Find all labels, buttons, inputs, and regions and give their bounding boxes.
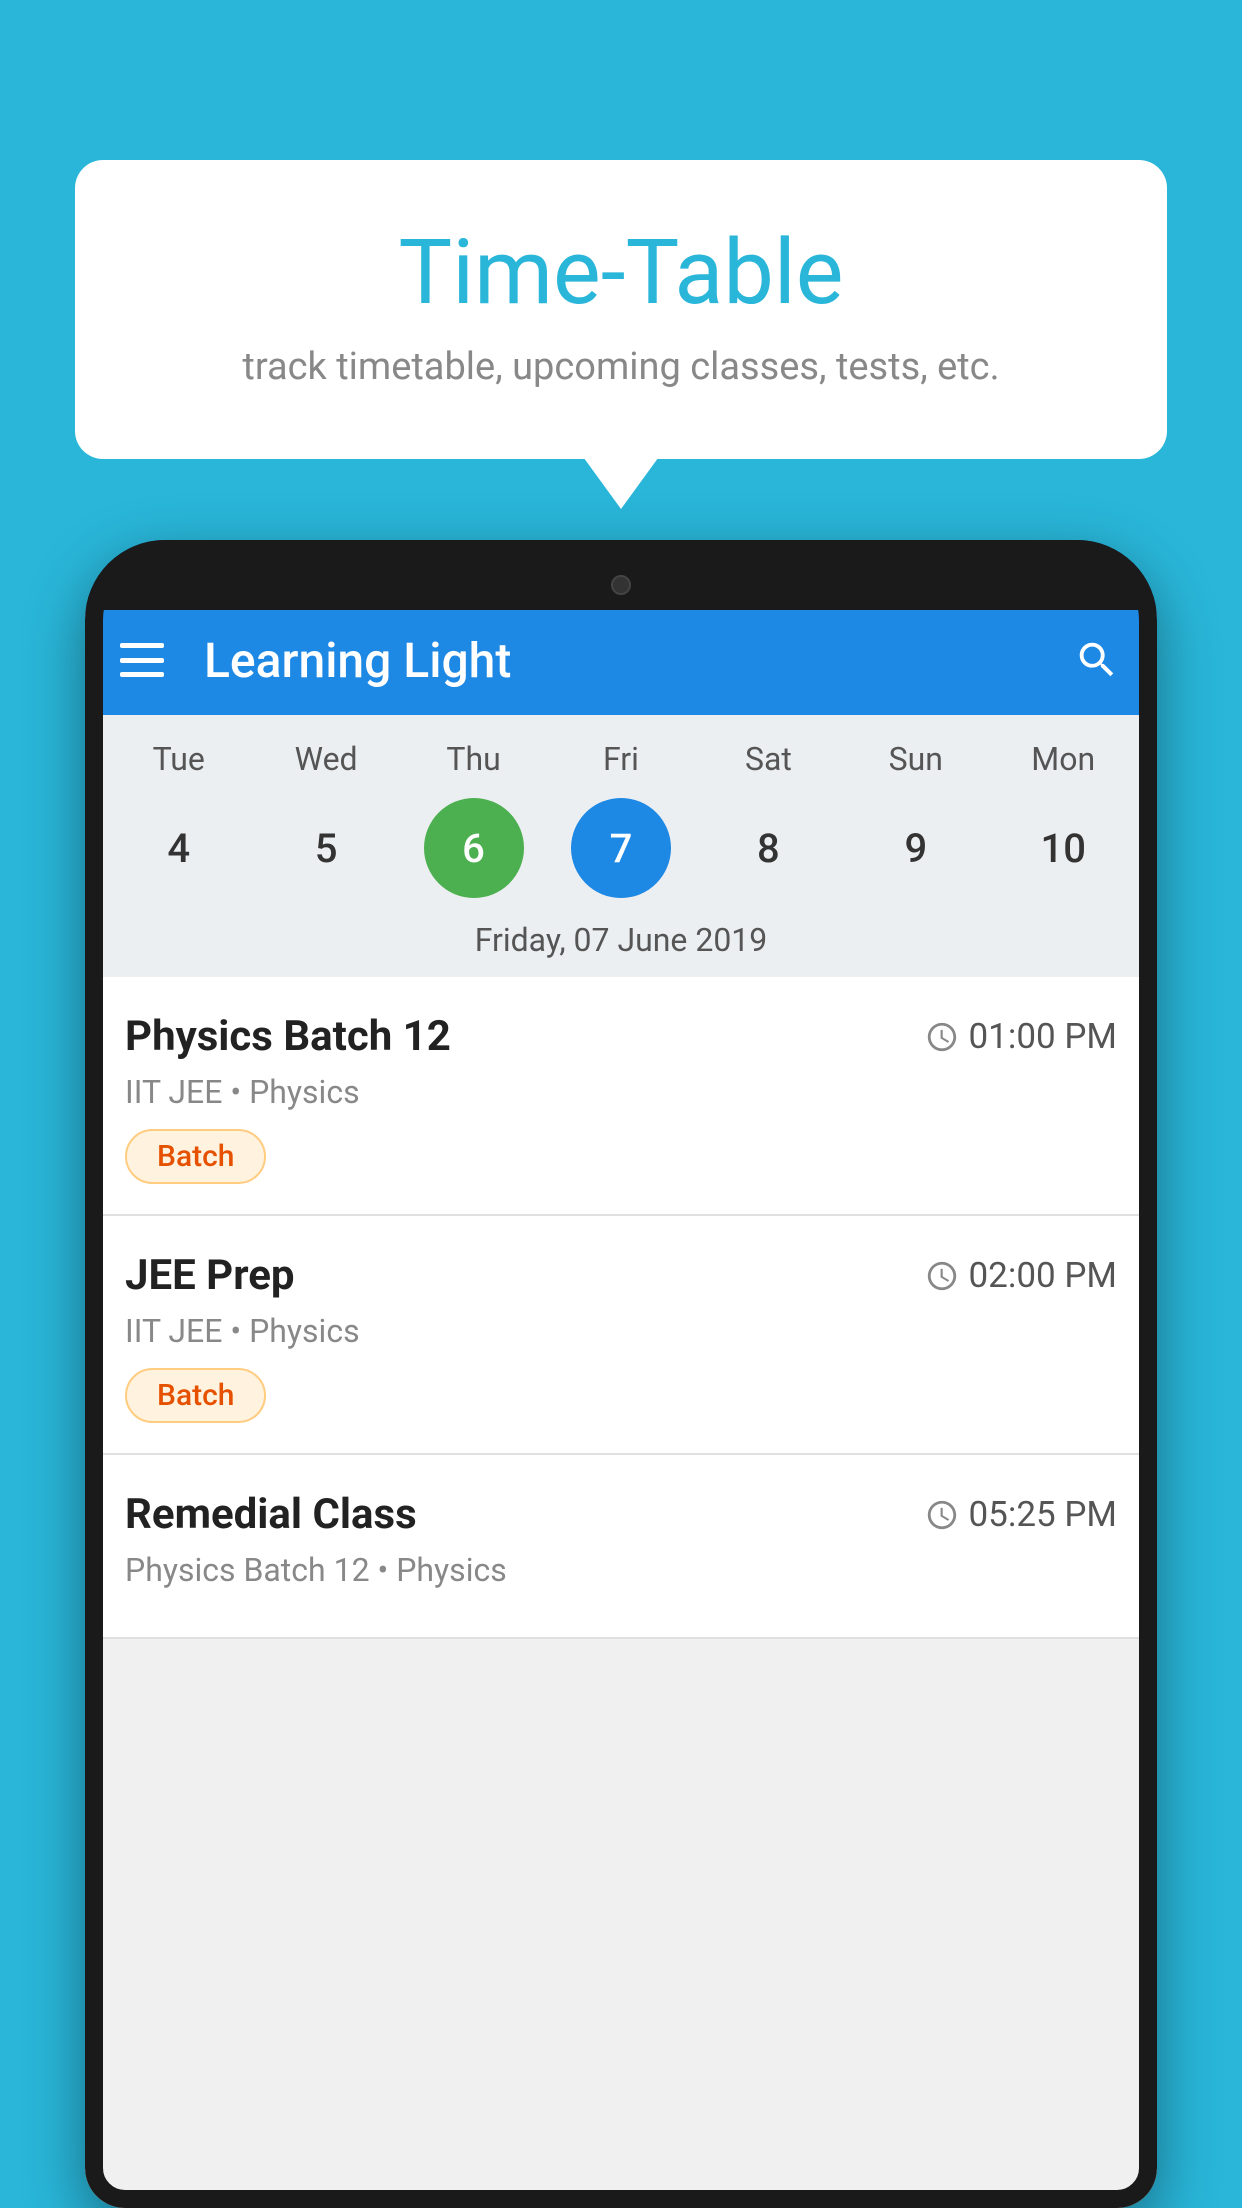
- app-bar-title: Learning Light: [204, 632, 1072, 689]
- class-name-2: JEE Prep: [125, 1251, 295, 1300]
- hamburger-line-2: [120, 658, 164, 663]
- phone-screen: Learning Light Tue Wed Thu Fri Sat Sun M…: [85, 605, 1157, 2208]
- class-meta-2: IIT JEE • Physics: [125, 1312, 1117, 1350]
- calendar-strip: Tue Wed Thu Fri Sat Sun Mon 4 5 6 7 8 9 …: [85, 715, 1157, 977]
- day-numbers: 4 5 6 7 8 9 10: [85, 788, 1157, 913]
- day-header-sun: Sun: [866, 740, 966, 778]
- class-name-3: Remedial Class: [125, 1490, 417, 1539]
- calendar-day-8[interactable]: 8: [718, 798, 818, 898]
- class-name-1: Physics Batch 12: [125, 1012, 451, 1061]
- class-item-header-3: Remedial Class 05:25 PM: [125, 1490, 1117, 1539]
- calendar-day-7-selected[interactable]: 7: [571, 798, 671, 898]
- class-item-header-1: Physics Batch 12 01:00 PM: [125, 1012, 1117, 1061]
- clock-icon-3: [925, 1498, 959, 1532]
- day-header-sat: Sat: [718, 740, 818, 778]
- clock-icon-2: [925, 1259, 959, 1293]
- class-time-text-3: 05:25 PM: [969, 1494, 1117, 1535]
- day-header-mon: Mon: [1013, 740, 1113, 778]
- camera-dot: [611, 575, 631, 595]
- day-header-wed: Wed: [276, 740, 376, 778]
- selected-date-label: Friday, 07 June 2019: [85, 913, 1157, 977]
- notch-cutout: [561, 565, 681, 605]
- class-time-text-1: 01:00 PM: [969, 1016, 1117, 1057]
- bubble-title: Time-Table: [125, 220, 1117, 325]
- class-meta-1: IIT JEE • Physics: [125, 1073, 1117, 1111]
- calendar-day-9[interactable]: 9: [866, 798, 966, 898]
- hamburger-menu-icon[interactable]: [120, 643, 164, 677]
- phone-notch: [85, 540, 1157, 610]
- batch-badge-2: Batch: [125, 1368, 266, 1423]
- class-item-remedial[interactable]: Remedial Class 05:25 PM Physics Batch 12…: [85, 1455, 1157, 1639]
- day-headers: Tue Wed Thu Fri Sat Sun Mon: [85, 730, 1157, 788]
- class-meta-3: Physics Batch 12 • Physics: [125, 1551, 1117, 1589]
- day-header-tue: Tue: [129, 740, 229, 778]
- class-item-jee-prep[interactable]: JEE Prep 02:00 PM IIT JEE • Physics Batc…: [85, 1216, 1157, 1455]
- batch-badge-1: Batch: [125, 1129, 266, 1184]
- class-time-text-2: 02:00 PM: [969, 1255, 1117, 1296]
- day-header-thu: Thu: [424, 740, 524, 778]
- class-time-3: 05:25 PM: [925, 1494, 1117, 1535]
- calendar-day-4[interactable]: 4: [129, 798, 229, 898]
- calendar-day-6-today[interactable]: 6: [424, 798, 524, 898]
- bubble-subtitle: track timetable, upcoming classes, tests…: [125, 345, 1117, 389]
- speech-bubble: Time-Table track timetable, upcoming cla…: [75, 160, 1167, 459]
- clock-icon-1: [925, 1020, 959, 1054]
- search-button[interactable]: [1072, 635, 1122, 685]
- class-time-2: 02:00 PM: [925, 1255, 1117, 1296]
- class-time-1: 01:00 PM: [925, 1016, 1117, 1057]
- search-icon: [1074, 637, 1120, 683]
- app-bar: Learning Light: [85, 605, 1157, 715]
- hamburger-line-1: [120, 643, 164, 648]
- calendar-day-10[interactable]: 10: [1013, 798, 1113, 898]
- class-item-physics-batch-12[interactable]: Physics Batch 12 01:00 PM IIT JEE • Phys…: [85, 977, 1157, 1216]
- class-item-header-2: JEE Prep 02:00 PM: [125, 1251, 1117, 1300]
- day-header-fri: Fri: [571, 740, 671, 778]
- class-list: Physics Batch 12 01:00 PM IIT JEE • Phys…: [85, 977, 1157, 1639]
- phone-frame: 14:29: [85, 540, 1157, 2208]
- calendar-day-5[interactable]: 5: [276, 798, 376, 898]
- hamburger-line-3: [120, 672, 164, 677]
